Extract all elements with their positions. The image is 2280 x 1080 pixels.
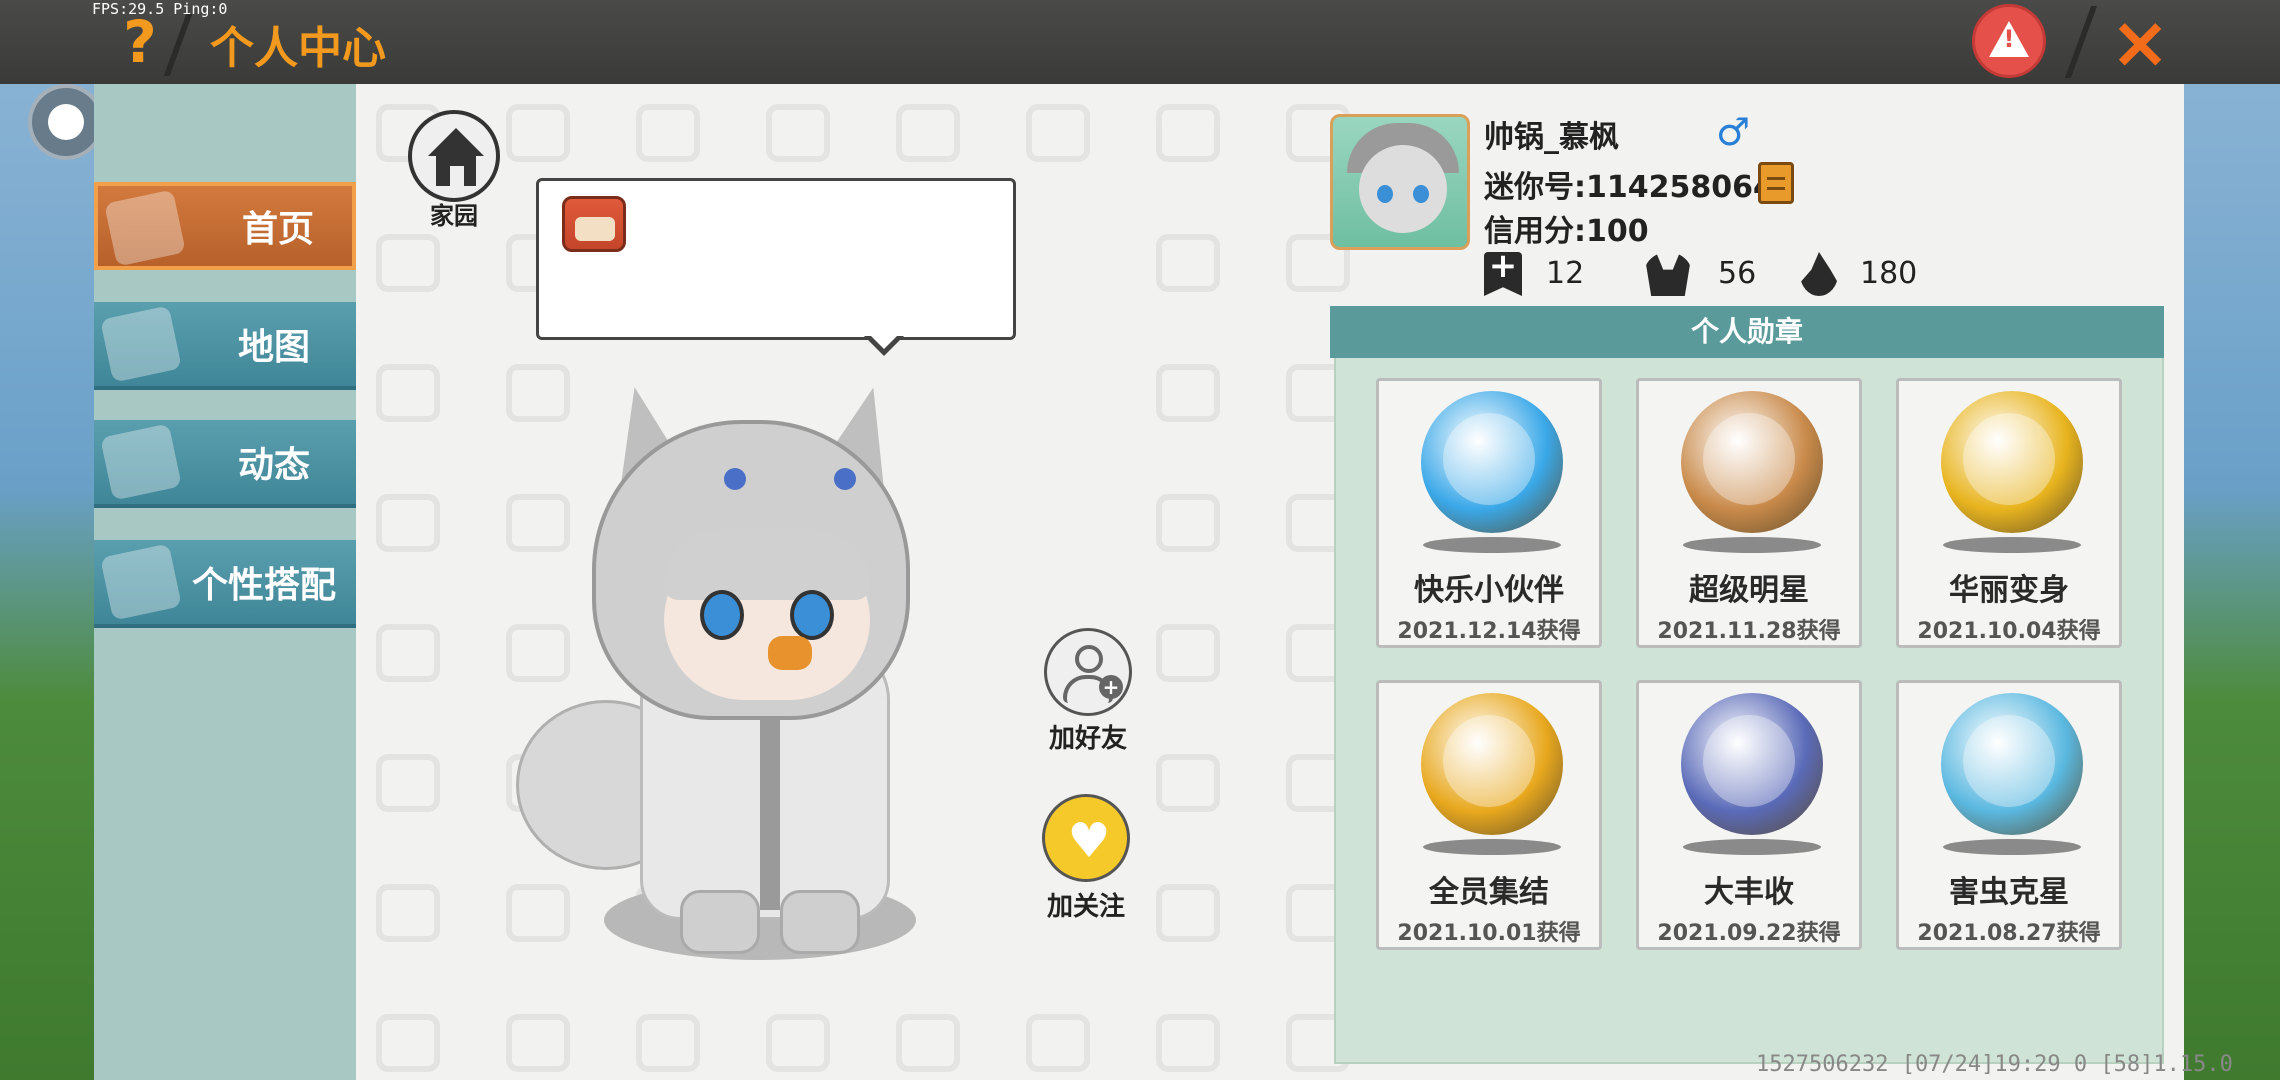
follow-button[interactable]: ♥ [1042, 794, 1130, 882]
close-divider [2064, 6, 2098, 78]
medal-pedestal [1943, 839, 2081, 855]
medal-pedestal [1423, 839, 1561, 855]
sidebar-item-outfit[interactable]: 个性搭配 [94, 540, 356, 628]
medal-badge-icon [1941, 693, 2083, 835]
medal-badge-icon [1681, 391, 1823, 533]
medal-date: 2021.10.04获得 [1917, 619, 2101, 644]
medal-card[interactable]: 快乐小伙伴 2021.12.14获得 [1376, 378, 1602, 648]
character-pacifier [768, 636, 812, 670]
medal-pedestal [1683, 537, 1821, 553]
hood-eye-left [724, 468, 746, 490]
character-eye-left [700, 590, 744, 640]
male-icon: ♂ [1716, 110, 1751, 154]
mini-id: 迷你号:1142580648 [1484, 170, 1795, 205]
house-icon [428, 128, 484, 156]
medal-date: 2021.09.22获得 [1657, 921, 1841, 946]
avatar-eye [1377, 185, 1393, 203]
medal-card[interactable]: 华丽变身 2021.10.04获得 [1896, 378, 2122, 648]
hood-eye-right [834, 468, 856, 490]
avatar-face [1359, 145, 1447, 233]
sidebar-item-label: 动态 [237, 445, 310, 486]
credit-score: 信用分:100 [1484, 214, 1649, 249]
username: 帅锅_慕枫 [1484, 120, 1619, 155]
stat-collect-value: 12 [1546, 256, 1585, 291]
medal-name: 全员集结 [1429, 875, 1549, 910]
bubble-tail [864, 333, 904, 356]
character-leg-left [680, 890, 760, 954]
follow-label: 加关注 [1046, 892, 1125, 922]
warning-mark: ! [2003, 25, 2015, 53]
medal-name: 超级明星 [1689, 573, 1809, 608]
sidebar-item-home[interactable]: 首页 [94, 182, 356, 270]
medal-date: 2021.11.28获得 [1657, 619, 1841, 644]
medal-name: 害虫克星 [1949, 875, 2069, 910]
close-button[interactable]: × [2100, 2, 2180, 82]
add-friend-button[interactable]: + [1044, 628, 1132, 716]
medal-badge-icon [1681, 693, 1823, 835]
add-friend-label: 加好友 [1048, 724, 1127, 754]
medal-badge-icon [1941, 391, 2083, 533]
copy-icon[interactable] [1758, 162, 1794, 204]
medal-date: 2021.08.27获得 [1917, 921, 2101, 946]
medal-card[interactable]: 大丰收 2021.09.22获得 [1636, 680, 1862, 950]
stat-popularity-value: 180 [1860, 256, 1918, 291]
sidebar-item-map[interactable]: 地图 [94, 302, 356, 390]
map-icon [100, 305, 182, 383]
closet-icon [100, 543, 182, 621]
medal-pedestal [1943, 537, 2081, 553]
avatar-eye [1413, 185, 1429, 203]
medal-badge-icon [1421, 693, 1563, 835]
stat-fans-value: 56 [1718, 256, 1757, 291]
medal-pedestal [1423, 537, 1561, 553]
medal-pedestal [1683, 839, 1821, 855]
home-label: 家园 [430, 202, 478, 230]
sidebar-item-label: 个性搭配 [191, 565, 336, 606]
bell-icon [100, 423, 182, 501]
character-leg-right [780, 890, 860, 954]
medals-title: 个人勋章 [1330, 306, 2164, 358]
medal-date: 2021.10.01获得 [1397, 921, 1581, 946]
medal-card[interactable]: 害虫克星 2021.08.27获得 [1896, 680, 2122, 950]
avatar[interactable] [1330, 114, 1470, 250]
heart-icon: ♥ [1067, 813, 1111, 869]
home-button[interactable] [408, 110, 500, 202]
sidebar-item-label: 首页 [241, 209, 314, 250]
medal-name: 快乐小伙伴 [1414, 573, 1564, 608]
help-button[interactable]: ? [110, 8, 170, 76]
character-zipper [760, 700, 780, 910]
medal-name: 大丰收 [1704, 875, 1794, 910]
plus-icon: + [1099, 675, 1123, 699]
character-hair [664, 530, 870, 600]
floating-menu-button[interactable] [28, 84, 104, 160]
build-info: 1527506232 [07/24]19:29 0 [58]1.15.0 [1756, 1052, 2233, 1077]
medal-date: 2021.12.14获得 [1397, 619, 1581, 644]
emoji-icon [562, 196, 626, 252]
user-icon [1075, 645, 1103, 673]
medal-card[interactable]: 超级明星 2021.11.28获得 [1636, 378, 1862, 648]
page-title: 个人中心 [210, 23, 386, 74]
report-button[interactable]: ! [1972, 4, 2046, 78]
medal-card[interactable]: 全员集结 2021.10.01获得 [1376, 680, 1602, 950]
sidebar-item-label: 地图 [237, 327, 310, 368]
house-icon-door [450, 166, 464, 186]
character-eye-right [790, 590, 834, 640]
top-bar: FPS:29.5 Ping:0 ? 个人中心 ! × [0, 0, 2280, 84]
medal-name: 华丽变身 [1949, 573, 2069, 608]
shirt-icon [104, 189, 186, 267]
medal-badge-icon [1421, 391, 1563, 533]
sidebar-item-feed[interactable]: 动态 [94, 420, 356, 508]
